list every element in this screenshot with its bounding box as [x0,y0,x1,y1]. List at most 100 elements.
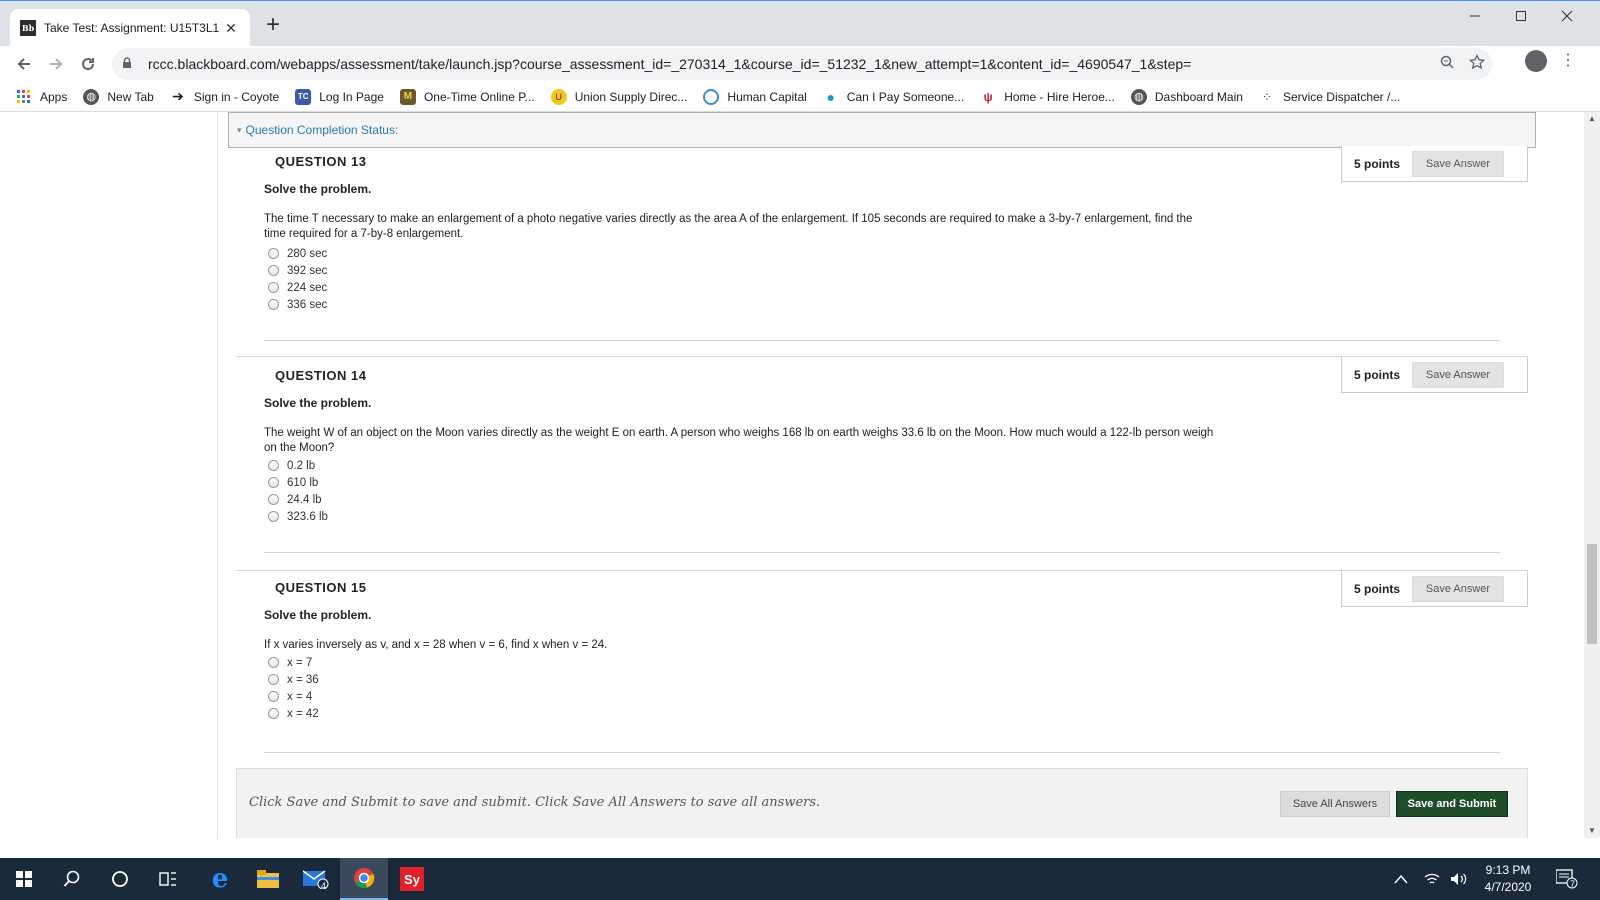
save-answer-button[interactable]: Save Answer [1412,361,1504,388]
save-answer-button[interactable]: Save Answer [1412,150,1504,177]
question-text: The weight W of an object on the Moon va… [264,427,1214,454]
edge-browser-icon[interactable]: e [196,858,244,900]
points-box: 5 points Save Answer [1341,357,1528,393]
volume-icon[interactable] [1450,858,1468,900]
bookmark-service-dispatcher[interactable]: ⁘ Service Dispatcher /... [1259,89,1400,105]
answer-option[interactable]: 392 sec [268,262,327,279]
notification-icon[interactable]: 7 [1556,858,1578,900]
bookmark-label: Union Supply Direc... [574,89,688,104]
points-label: 5 points [1353,156,1400,171]
answer-option[interactable]: 0.2 lb [268,457,328,474]
new-tab-button[interactable]: + [262,13,284,37]
maximize-icon[interactable] [1498,1,1544,31]
mail-badge: 4 [321,881,327,891]
bookmark-label: One-Time Online P... [423,89,535,104]
wifi-icon[interactable] [1424,858,1440,900]
divider [264,752,1500,753]
save-answer-button[interactable]: Save Answer [1412,575,1504,602]
bookmark-apps[interactable]: Apps [16,89,67,105]
save-all-answers-button[interactable]: Save All Answers [1280,791,1390,817]
show-hidden-icons-chevron-icon[interactable] [1394,858,1408,900]
answer-label: 224 sec [287,281,328,294]
radio-button[interactable] [268,691,279,702]
chrome-icon[interactable] [340,858,388,900]
left-column [0,112,218,838]
system-clock[interactable]: 9:13 PM 4/7/2020 [1476,862,1540,896]
human-capital-icon [703,88,720,105]
tab-bar: Bb Take Test: Assignment: U15T3L1 - ✕ + [0,0,1600,47]
tab-close-icon[interactable]: ✕ [222,20,240,37]
reload-icon[interactable] [74,50,102,78]
answer-option[interactable]: 610 lb [268,474,328,491]
save-and-submit-button[interactable]: Save and Submit [1396,791,1508,817]
answer-option[interactable]: 224 sec [268,279,327,296]
windows-start-icon[interactable] [0,858,48,900]
answer-option[interactable]: x = 4 [268,688,319,705]
scroll-up-icon[interactable]: ▲ [1584,112,1600,126]
url-text: rccc.blackboard.com/webapps/assessment/t… [148,56,1192,72]
radio-button[interactable] [268,674,279,685]
answer-option[interactable]: 336 sec [268,296,327,313]
answer-option[interactable]: x = 36 [268,671,319,688]
answer-option[interactable]: x = 7 [268,654,319,671]
radio-button[interactable] [268,657,279,668]
radio-button[interactable] [268,708,279,719]
minimize-icon[interactable] [1452,1,1498,31]
bookmark-union-supply[interactable]: U Union Supply Direc... [550,88,688,105]
radio-button[interactable] [268,511,279,522]
points-box: 5 points Save Answer [1341,571,1528,607]
mail-icon[interactable]: 4 [292,858,340,900]
divider [264,552,1500,553]
task-view-icon[interactable] [144,858,192,900]
menu-kebab-icon[interactable]: ⋮ [1560,48,1576,74]
radio-button[interactable] [268,460,279,471]
address-bar[interactable]: rccc.blackboard.com/webapps/assessment/t… [112,48,1492,80]
forward-icon[interactable] [42,50,70,78]
scroll-down-icon[interactable]: ▼ [1584,824,1600,838]
bookmark-coyote[interactable]: ➔ Sign in - Coyote [170,88,279,105]
answer-option[interactable]: x = 42 [268,705,319,722]
bookmark-new-tab[interactable]: ◍ New Tab [83,88,154,105]
file-explorer-icon[interactable] [244,858,292,900]
bookmark-dashboard-main[interactable]: ◍ Dashboard Main [1130,88,1243,105]
bookmark-can-i-pay[interactable]: ● Can I Pay Someone... [823,88,965,105]
bookmark-human-capital[interactable]: Human Capital [703,88,807,105]
radio-button[interactable] [268,282,279,293]
points-label: 5 points [1353,581,1400,596]
sy-app-icon[interactable]: Sy [388,858,436,900]
question-title: QUESTION 15 [275,580,367,595]
bookmark-log-in-page[interactable]: TC Log In Page [295,88,384,105]
bookmark-label: Home - Hire Heroe... [1004,89,1115,104]
search-icon[interactable] [48,858,96,900]
radio-button[interactable] [268,265,279,276]
radio-button[interactable] [268,299,279,310]
back-icon[interactable] [10,50,38,78]
answer-option[interactable]: 280 sec [268,245,327,262]
bookmark-one-time-online[interactable]: M One-Time Online P... [399,88,535,105]
page-scrollbar[interactable]: ▲ ▼ [1584,112,1600,838]
window-close-icon[interactable] [1544,1,1590,31]
profile-avatar-icon[interactable] [1525,50,1547,72]
question-completion-status[interactable]: ▾ Question Completion Status: [228,112,1536,148]
answer-option[interactable]: 323.6 lb [268,508,328,525]
cortana-icon[interactable] [96,858,144,900]
answer-option[interactable]: 24.4 lb [268,491,328,508]
radio-button[interactable] [268,494,279,505]
browser-tab[interactable]: Bb Take Test: Assignment: U15T3L1 - ✕ [10,9,250,47]
answer-label: x = 7 [287,656,313,669]
pin-icon: ● [826,88,836,105]
zoom-icon[interactable] [1432,55,1462,73]
tc-icon: TC [295,88,312,105]
scrollbar-thumb[interactable] [1587,544,1597,644]
radio-button[interactable] [268,477,279,488]
coyote-arrow-icon: ➔ [171,88,184,104]
radio-button[interactable] [268,248,279,259]
status-label: Question Completion Status: [245,123,399,137]
bookmark-label: New Tab [107,89,154,104]
question-title: QUESTION 14 [275,368,367,383]
chevron-down-icon: ▾ [237,124,242,135]
bookmark-hire-heroes[interactable]: ψ Home - Hire Heroe... [980,89,1115,105]
blackboard-favicon-icon: Bb [20,20,36,36]
windows-taskbar: e 4 Sy 9:13 PM 4/7/2020 7 [0,858,1600,900]
bookmark-star-icon[interactable] [1462,53,1492,74]
